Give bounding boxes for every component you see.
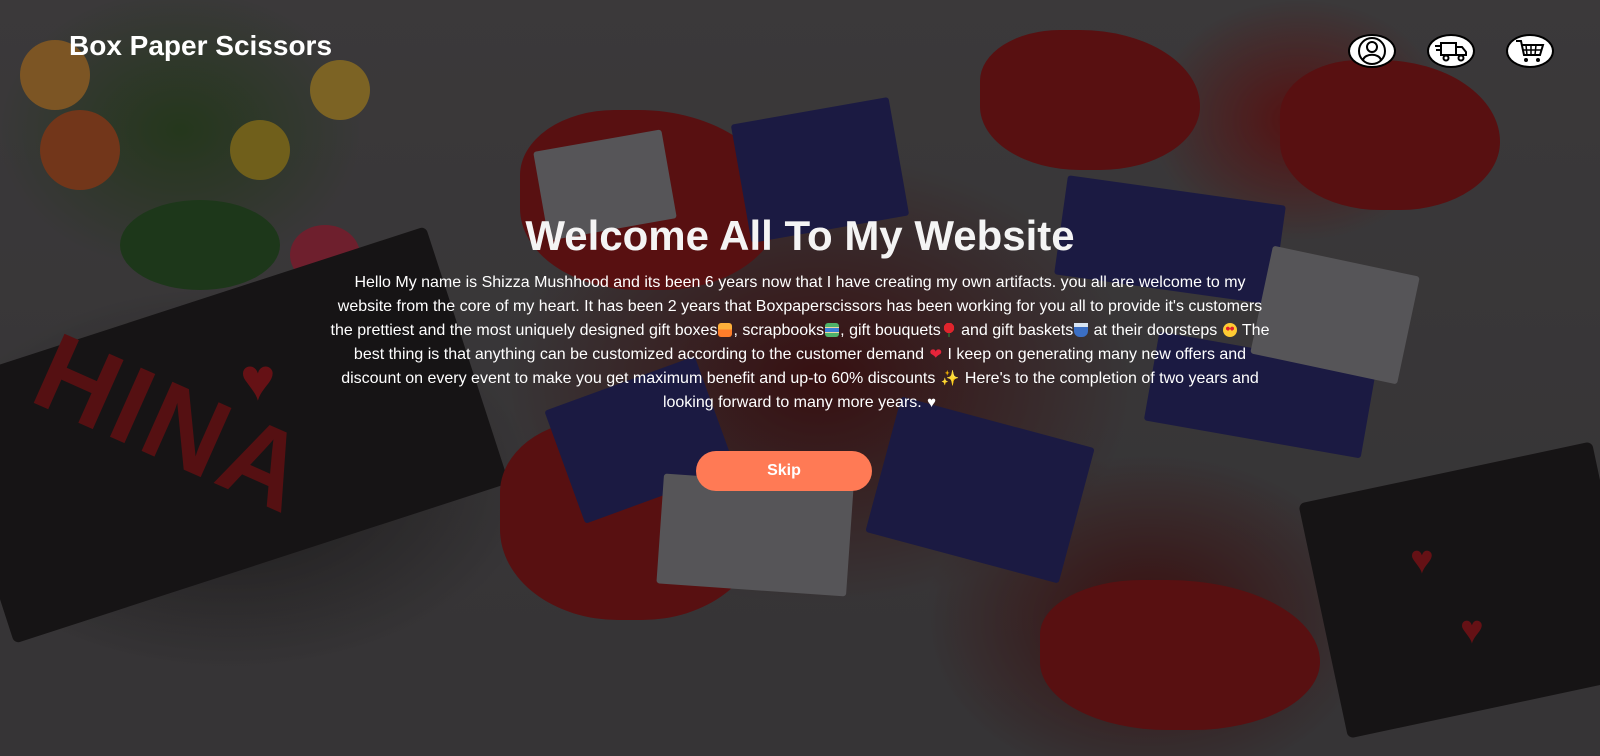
shopping-cart-icon[interactable] [1506,34,1554,68]
sparkles-icon: ✨ [940,370,960,388]
brand-logo[interactable]: Box Paper Scissors [69,30,332,62]
welcome-section: Welcome All To My Website Hello My name … [310,212,1290,492]
star-struck-icon [1222,323,1237,338]
white-heart-icon: ♥ [927,394,937,412]
rose-icon [941,323,956,338]
welcome-paragraph: Hello My name is Shizza Mushhood and its… [330,271,1270,415]
books-icon [825,323,840,338]
gift-icon [718,323,733,338]
paragraph-text: , gift bouquets [840,322,941,340]
paragraph-text: , scrapbooks [733,322,825,340]
paragraph-text: at their doorsteps [1089,322,1218,340]
skip-button[interactable]: Skip [696,451,872,492]
paragraph-text: and gift baskets [956,322,1074,340]
welcome-title: Welcome All To My Website [525,212,1075,259]
heart-icon: ❤ [929,346,943,364]
header-actions [1348,34,1554,68]
user-icon[interactable] [1348,34,1396,68]
landing-page: HINA ♥ ♥ ♥ Box Paper Scissors Welcome Al… [0,0,1600,756]
delivery-truck-icon[interactable] [1427,34,1475,68]
basket-icon [1074,323,1089,338]
